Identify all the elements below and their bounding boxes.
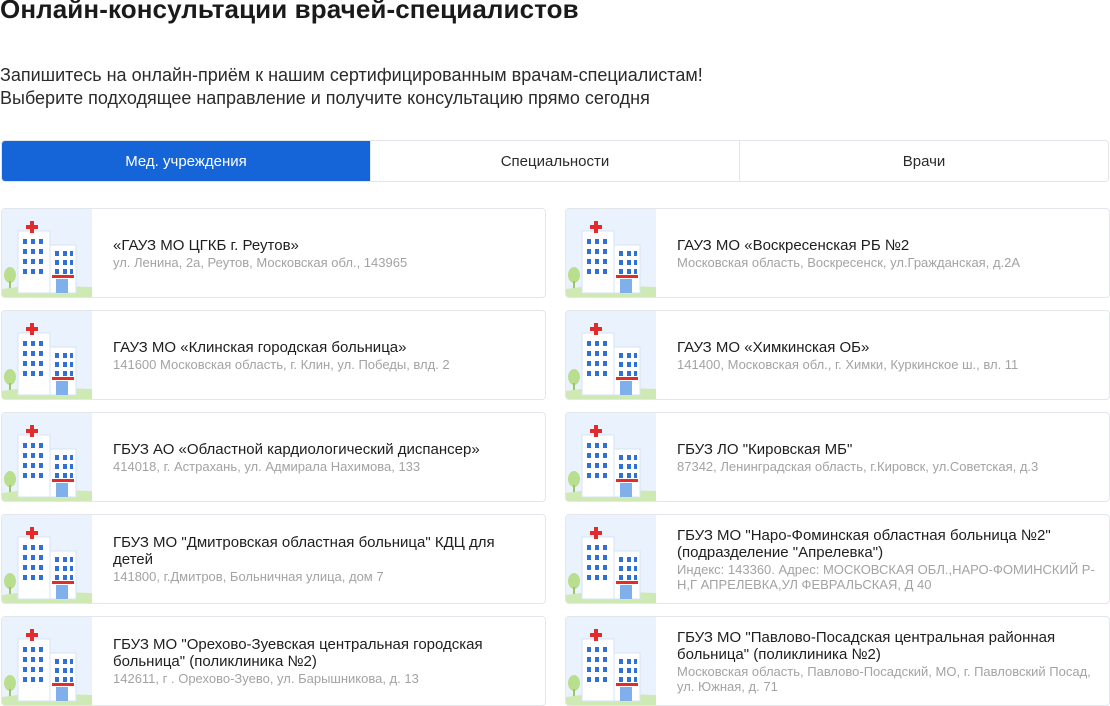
facility-address: 87342, Ленинградская область, г.Кировск,… <box>677 458 1039 474</box>
hospital-building-icon <box>566 413 656 501</box>
facility-name: ГБУЗ ЛО "Кировская МБ" <box>677 440 853 458</box>
facility-name: «ГАУЗ МО ЦГКБ г. Реутов» <box>113 236 299 254</box>
facility-info: ГАУЗ МО «Воскресенская РБ №2 Московская о… <box>656 209 1034 297</box>
tab-doctors[interactable]: Врачи <box>739 141 1108 181</box>
facility-card[interactable]: «ГАУЗ МО ЦГКБ г. Реутов» ул. Ленина, 2а, … <box>1 208 546 298</box>
facility-card[interactable]: ГАУЗ МО «Воскресенская РБ №2 Московская о… <box>565 208 1110 298</box>
facility-info: ГБУЗ МО "Павлово-Посадская центральная р… <box>656 617 1109 705</box>
hospital-building-icon <box>566 209 656 297</box>
hospital-building-icon <box>566 617 656 705</box>
facility-card[interactable]: ГБУЗ МО "Наро-Фоминская областная больни… <box>565 514 1110 604</box>
facility-card[interactable]: ГБУЗ МО "Орехово-Зуевская центральная го… <box>1 616 546 706</box>
facility-name: ГБУЗ МО "Павлово-Посадская центральная р… <box>677 628 1056 663</box>
hospital-building-icon <box>2 515 92 603</box>
facility-grid: «ГАУЗ МО ЦГКБ г. Реутов» ул. Ленина, 2а, … <box>1 208 1110 706</box>
hospital-building-icon <box>566 311 656 399</box>
facility-address: 141800, г.Дмитров, Больничная улица, дом… <box>113 569 384 584</box>
intro-line-1: Запишитесь на онлайн-приём к нашим серти… <box>0 65 703 85</box>
facility-card[interactable]: ГБУЗ ЛО "Кировская МБ" 87342, Ленинградск… <box>565 412 1110 502</box>
facility-address: Московская область, Павлово-Посадский, М… <box>677 663 1091 694</box>
category-tabs: Мед. учреждения Специальности Врачи <box>1 140 1109 182</box>
page-title: Онлайн-консультации врачей-специалистов <box>0 0 579 24</box>
hospital-building-icon <box>2 413 92 501</box>
facility-info: ГБУЗ ЛО "Кировская МБ" 87342, Ленинградск… <box>656 413 1052 501</box>
intro-line-2: Выберите подходящее направление и получи… <box>0 88 650 108</box>
facility-info: «ГАУЗ МО ЦГКБ г. Реутов» ул. Ленина, 2а, … <box>92 209 421 297</box>
tab-facilities[interactable]: Мед. учреждения <box>2 141 370 181</box>
facility-address: ул. Ленина, 2а, Реутов, Московская обл.,… <box>113 254 408 270</box>
facility-name: ГБУЗ МО "Наро-Фоминская областная больни… <box>677 526 1051 561</box>
hospital-building-icon <box>2 209 92 297</box>
facility-address: 141400, Московская обл., г. Химки, Курки… <box>677 356 1019 372</box>
facility-info: ГБУЗ МО "Наро-Фоминская областная больни… <box>656 515 1109 603</box>
facility-info: ГБУЗ МО "Орехово-Зуевская центральная го… <box>92 617 545 705</box>
facility-address: Индекс: 143360. Адрес: МОСКОВСКАЯ ОБЛ.,Н… <box>677 561 1095 592</box>
facility-card[interactable]: ГБУЗ АО «Областной кардиологический дисп… <box>1 412 546 502</box>
facility-name: ГБУЗ МО "Дмитровская областная больница"… <box>113 534 495 568</box>
hospital-building-icon <box>2 617 92 705</box>
facility-card[interactable]: ГБУЗ МО "Дмитровская областная больница"… <box>1 514 546 604</box>
facility-name: ГАУЗ МО «Химкинская ОБ» <box>677 338 870 356</box>
facility-card[interactable]: ГАУЗ МО «Химкинская ОБ» 141400, Московска… <box>565 310 1110 400</box>
facility-address: 142611, г . Орехово-Зуево, ул. Барышнико… <box>113 671 419 686</box>
facility-info: ГАУЗ МО «Клинская городская больница» 141… <box>92 311 464 399</box>
facility-card[interactable]: ГАУЗ МО «Клинская городская больница» 141… <box>1 310 546 400</box>
facility-info: ГАУЗ МО «Химкинская ОБ» 141400, Московска… <box>656 311 1032 399</box>
facility-card[interactable]: ГБУЗ МО "Павлово-Посадская центральная р… <box>565 616 1110 706</box>
facility-address: 414018, г. Астрахань, ул. Адмирала Нахим… <box>113 458 421 474</box>
facility-address: Московская область, Воскресенск, ул.Граж… <box>677 254 1021 270</box>
facility-name: ГБУЗ АО «Областной кардиологический дисп… <box>113 440 480 458</box>
facility-name: ГБУЗ МО "Орехово-Зуевская центральная го… <box>113 636 483 670</box>
facility-name: ГАУЗ МО «Клинская городская больница» <box>113 338 407 356</box>
tab-specialties[interactable]: Специальности <box>370 141 739 181</box>
facility-info: ГБУЗ АО «Областной кардиологический дисп… <box>92 413 494 501</box>
facility-address: 141600 Московская область, г. Клин, ул. … <box>113 356 450 372</box>
facility-name: ГАУЗ МО «Воскресенская РБ №2 <box>677 236 910 254</box>
facility-info: ГБУЗ МО "Дмитровская областная больница"… <box>92 515 545 603</box>
page-intro: Запишитесь на онлайн-приём к нашим серти… <box>0 64 703 110</box>
hospital-building-icon <box>566 515 656 603</box>
hospital-building-icon <box>2 311 92 399</box>
